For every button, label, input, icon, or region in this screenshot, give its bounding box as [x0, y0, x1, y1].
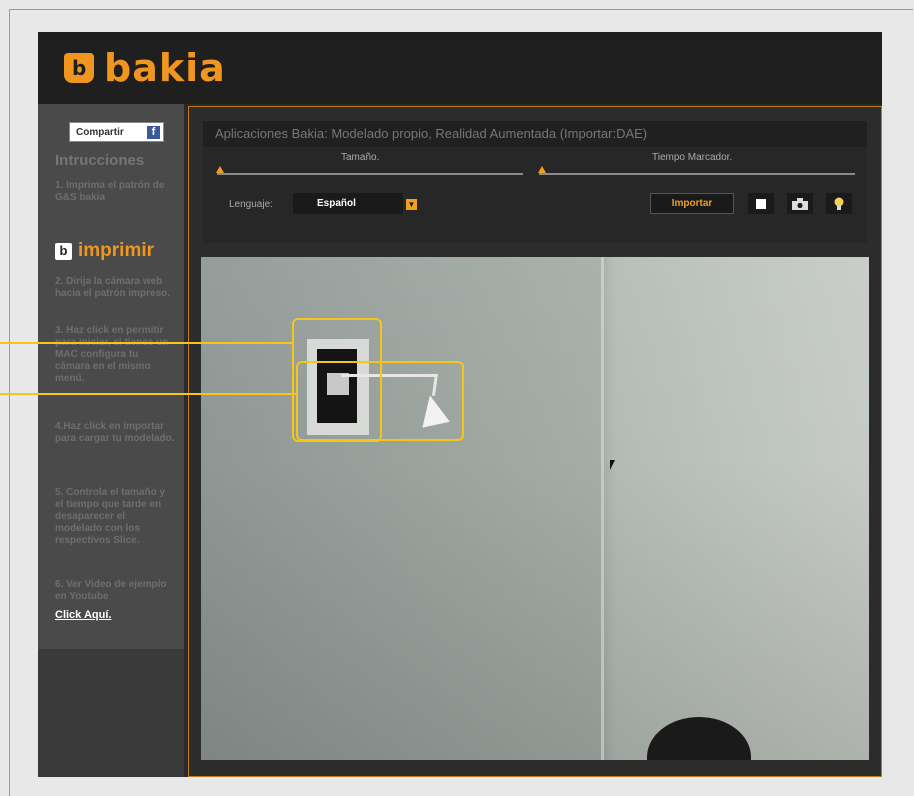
language-select[interactable]: Español: [293, 193, 403, 214]
marker-time-label: Tiempo Marcador.: [652, 152, 733, 163]
app-title: Aplicaciones Bakia: Modelado propio, Rea…: [203, 121, 867, 147]
lightbulb-button[interactable]: [826, 193, 852, 214]
square-button[interactable]: [748, 193, 774, 214]
control-panel: Tamaño. Tiempo Marcador. Lenguaje: Españ…: [203, 147, 867, 243]
language-label: Lenguaje:: [229, 199, 273, 210]
sidebar: Compartir f Intrucciones 1. Imprima el p…: [38, 104, 184, 777]
share-button[interactable]: Compartir f: [69, 122, 164, 142]
wall-corner: [601, 257, 604, 760]
model-callout-line: [0, 393, 297, 395]
print-label: imprimir: [78, 240, 155, 261]
ar-application: Aplicaciones Bakia: Modelado propio, Rea…: [188, 106, 882, 777]
step-6: 6. Ver Video de ejemplo en Youtube: [55, 579, 167, 602]
share-label: Compartir: [76, 126, 124, 138]
header: bakia: [38, 32, 882, 104]
lightbulb-icon: [834, 197, 844, 210]
bakia-print-icon: b: [55, 242, 72, 260]
step-1: 1. Imprima el patrón de G&S bakia: [55, 180, 165, 203]
size-slider-thumb[interactable]: [216, 166, 224, 173]
size-label: Tamaño.: [341, 152, 380, 163]
print-link[interactable]: b imprimir: [55, 240, 154, 262]
chevron-down-icon[interactable]: ▼: [406, 199, 417, 210]
step-4: 4.Haz click en importar para cargar tu m…: [55, 421, 175, 444]
marker-callout-line: [0, 342, 293, 344]
bakia-logo-icon: [64, 53, 94, 83]
step-5: 5. Controla el tamaño y el tiempo que ta…: [55, 487, 166, 546]
camera-icon: [792, 197, 808, 210]
youtube-click-link[interactable]: Click Aquí.: [55, 609, 111, 621]
marker-time-slider[interactable]: [539, 173, 855, 175]
size-slider[interactable]: [217, 173, 523, 175]
import-button[interactable]: Importar: [650, 193, 734, 214]
square-icon: [756, 198, 766, 209]
logo-text: bakia: [104, 46, 226, 90]
step-2: 2. Dirija la cámara web hacia el patrón …: [55, 276, 171, 299]
camera-button[interactable]: [787, 193, 813, 214]
step-3: 3. Haz click en permitir para iniciar, s…: [55, 325, 168, 384]
logo[interactable]: bakia: [64, 46, 226, 90]
instructions-title: Intrucciones: [55, 152, 145, 169]
marker-time-slider-thumb[interactable]: [538, 166, 546, 173]
model-highlight: [296, 361, 464, 441]
mouse-cursor-icon: [610, 460, 615, 470]
facebook-icon: f: [147, 125, 160, 139]
instructions-panel: Compartir f Intrucciones 1. Imprima el p…: [38, 104, 184, 649]
